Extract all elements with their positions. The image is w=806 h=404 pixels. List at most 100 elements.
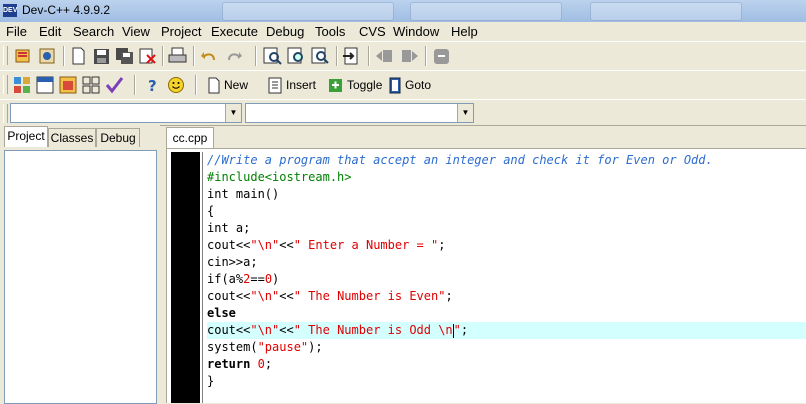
code-line[interactable]: cout<<"\n"<<" Enter a Number = "; [207,237,806,254]
chevron-down-icon[interactable]: ▼ [225,104,241,122]
toggle-bookmark-icon[interactable] [399,46,420,66]
code-token: ; [438,238,446,252]
find-next-icon[interactable] [310,46,331,66]
menu-project[interactable]: Project [161,24,201,39]
menu-search[interactable]: Search [73,24,114,39]
tab-project[interactable]: Project [4,126,48,147]
code-token: cout<< [207,289,251,303]
class-browser-icon[interactable] [37,46,58,66]
toggle-bookmark-icon [329,78,342,92]
code-token: "\n" [250,289,280,303]
member-combo[interactable]: ▼ [245,103,474,123]
code-line[interactable]: cout<<"\n"<<" The Number is Odd \n"; [207,322,806,339]
redo-icon[interactable] [223,46,244,66]
new-button[interactable]: New [207,75,248,95]
run-icon[interactable] [35,75,56,95]
code-line[interactable]: else [207,305,806,322]
code-token: == [250,272,265,286]
code-line[interactable]: cin>>a; [207,254,806,271]
compile-icon[interactable] [12,75,33,95]
menu-help[interactable]: Help [451,24,478,39]
code-token: #include<iostream.h> [207,170,352,184]
menu-window[interactable]: Window [393,24,439,39]
code-token: return [207,357,258,371]
rebuild-all-icon[interactable] [81,75,102,95]
project-icon[interactable] [12,46,33,66]
help-icon[interactable]: ? [142,75,163,95]
compile-run-icon[interactable] [58,75,79,95]
project-tree[interactable] [4,150,157,404]
menu-edit[interactable]: Edit [39,24,61,39]
toggle-button[interactable]: Toggle [328,75,382,95]
background-tab-ghost [222,2,394,21]
code-token: ; [264,357,273,371]
code-token: ); [308,340,323,354]
tab-classes[interactable]: Classes [48,128,96,147]
app-icon: DEV [3,4,17,17]
code-token: ) [272,272,280,286]
about-smiley-icon[interactable] [166,75,187,95]
save-all-icon[interactable] [114,46,135,66]
code-token: "\n" [250,323,280,337]
menu-debug[interactable]: Debug [266,24,304,39]
code-line[interactable]: cout<<"\n"<<" The Number is Even"; [207,288,806,305]
code-token: if(a% [207,272,244,286]
code-token: ; [460,323,469,337]
goto-line-icon[interactable] [341,46,362,66]
svg-text:?: ? [148,77,157,95]
close-all-icon[interactable] [431,46,452,66]
main-toolbar [0,41,806,71]
code-token: system( [207,340,258,354]
code-line[interactable]: } [207,373,806,390]
background-tab-ghost [410,2,562,21]
menu-tools[interactable]: Tools [315,24,345,39]
chevron-down-icon[interactable]: ▼ [457,104,473,122]
menu-bar: File Edit Search View Project Execute De… [0,22,806,41]
code-editor[interactable]: //Write a program that accept an integer… [166,148,806,403]
code-line[interactable]: int a; [207,220,806,237]
code-token: "pause" [257,340,309,354]
code-line[interactable]: if(a%2==0) [207,271,806,288]
print-icon[interactable] [167,46,188,66]
insert-button[interactable]: Insert [268,75,316,95]
tab-file[interactable]: cc.cpp [166,127,214,148]
menu-file[interactable]: File [6,24,27,39]
code-token: 0 [257,357,265,371]
code-token: 0 [264,272,273,286]
undo-icon[interactable] [199,46,220,66]
code-line[interactable]: { [207,203,806,220]
goto-button[interactable]: Goto [388,75,431,95]
new-file-icon[interactable] [68,46,89,66]
replace-icon[interactable] [286,46,307,66]
code-line[interactable]: #include<iostream.h> [207,169,806,186]
code-token: int main() [207,187,280,201]
code-token: << [279,323,294,337]
code-token: ; [445,289,453,303]
find-icon[interactable] [262,46,283,66]
code-token: cout<< [207,323,251,337]
code-line[interactable]: system("pause"); [207,339,806,356]
code-line[interactable]: return 0; [207,356,806,373]
toolbar-grip[interactable] [3,75,8,94]
code-token: " The Number is Even" [293,289,446,303]
save-icon[interactable] [91,46,112,66]
code-token: " [453,323,461,337]
goto-icon [389,77,401,93]
code-token: " The Number is Odd \n [293,323,453,337]
project-panel: Project Classes Debug [0,125,160,404]
check-syntax-icon[interactable] [104,75,125,95]
tab-debug[interactable]: Debug [96,128,140,147]
code-line[interactable]: //Write a program that accept an integer… [207,152,806,169]
menu-cvs[interactable]: CVS [359,24,386,39]
menu-execute[interactable]: Execute [211,24,258,39]
toolbar-grip[interactable] [3,46,8,65]
code-line[interactable]: int main() [207,186,806,203]
code-area[interactable]: //Write a program that accept an integer… [207,152,806,390]
menu-view[interactable]: View [122,24,150,39]
toolbar-grip[interactable] [3,104,8,123]
remove-bookmark-icon[interactable] [374,46,395,66]
code-token: " Enter a Number = " [293,238,439,252]
close-file-icon[interactable] [137,46,158,66]
class-combo[interactable]: ▼ [10,103,242,123]
code-token: int a; [207,221,251,235]
